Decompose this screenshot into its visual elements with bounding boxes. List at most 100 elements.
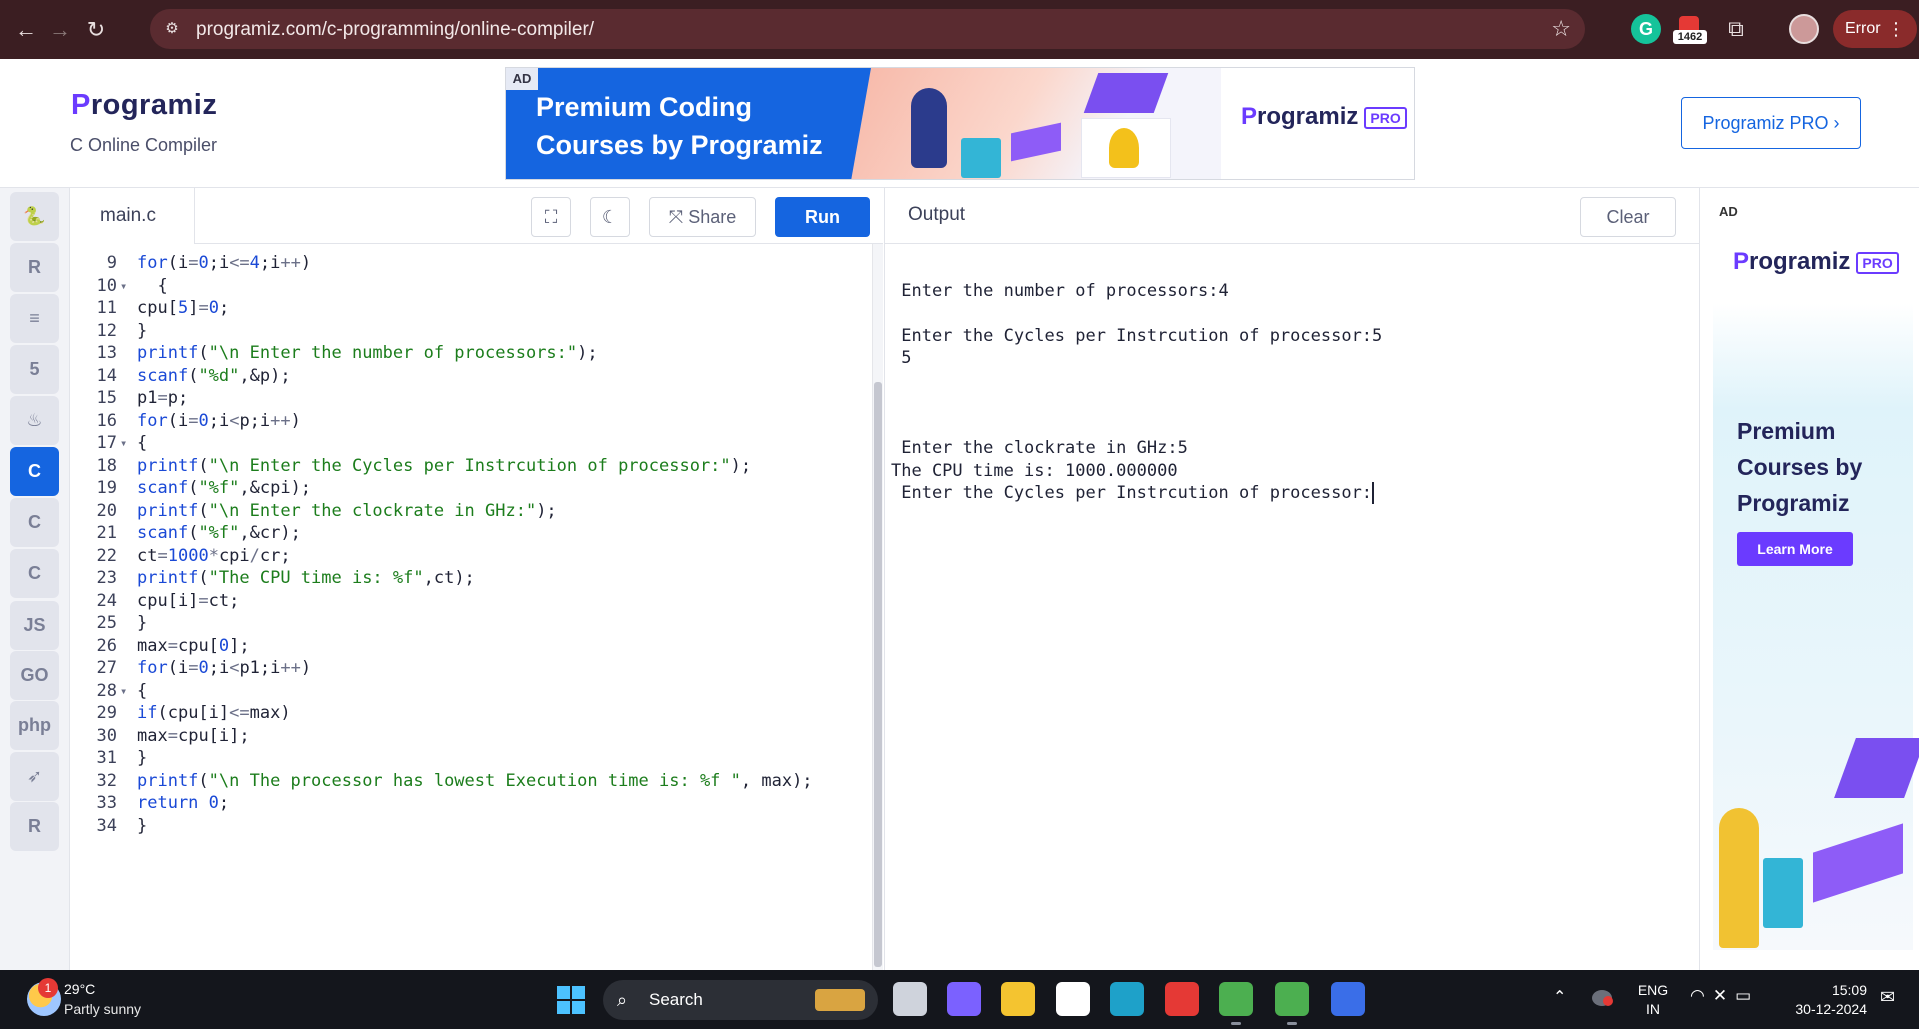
extension-badge-icon[interactable]: 1462 xyxy=(1673,14,1707,44)
output-line: 5 xyxy=(891,348,912,368)
profile-avatar[interactable] xyxy=(1789,14,1819,44)
line-number: 20 xyxy=(96,500,117,521)
line-number: 31 xyxy=(96,748,117,768)
fold-toggle-icon[interactable]: ▾ xyxy=(120,680,127,703)
taskbar-search[interactable]: ⌕ Search xyxy=(603,980,878,1020)
line-number: 15 xyxy=(96,388,117,408)
reload-icon[interactable]: ↻ xyxy=(80,14,112,46)
go-icon[interactable]: GO xyxy=(10,651,59,700)
notification-icon[interactable]: ✉ xyxy=(1880,987,1895,1008)
wps-icon[interactable] xyxy=(1165,982,1199,1016)
address-url[interactable]: programiz.com/c-programming/online-compi… xyxy=(196,19,594,41)
edge-icon[interactable] xyxy=(1110,982,1144,1016)
r-icon[interactable]: R xyxy=(10,243,59,292)
code-text: } xyxy=(137,320,148,341)
code-text: max=cpu[0]; xyxy=(137,635,250,656)
ad-headline: Premium Coding Courses by Programiz xyxy=(536,92,823,160)
system-clock[interactable]: 15:09 30-12-2024 xyxy=(1785,981,1867,1019)
weather-badge: 1 xyxy=(38,978,58,998)
code-text: scanf("%f",&cpi); xyxy=(137,478,312,498)
js-icon[interactable]: JS xyxy=(10,601,59,650)
fold-toggle-icon[interactable]: ▾ xyxy=(120,275,127,298)
csharp-icon[interactable]: C xyxy=(10,549,59,598)
extensions-puzzle-icon[interactable]: ⧉ xyxy=(1721,14,1751,44)
code-text: printf("\n Enter the number of processor… xyxy=(137,343,598,363)
programiz-pro-button[interactable]: Programiz PRO › xyxy=(1681,97,1861,149)
search-label: Search xyxy=(649,990,703,1009)
run-button[interactable]: Run xyxy=(775,197,870,237)
java-icon[interactable]: ♨ xyxy=(10,396,59,445)
line-number: 33 xyxy=(96,793,117,813)
windows-taskbar: 1 29°C Partly sunny ⌕ Search ⌃ ENG IN ◠✕… xyxy=(0,970,1919,1029)
output-line: Enter the Cycles per Instrcution of proc… xyxy=(891,325,1383,346)
programiz-logo[interactable]: Programiz xyxy=(71,89,217,122)
forward-icon[interactable]: → xyxy=(44,14,76,46)
dev-home-icon[interactable] xyxy=(1331,982,1365,1016)
sql-icon[interactable]: ≡ xyxy=(10,294,59,343)
profile-error-button[interactable]: Error ⋮ xyxy=(1833,10,1917,48)
clear-button[interactable]: Clear xyxy=(1580,197,1676,237)
microsoft-store-icon[interactable] xyxy=(1056,982,1090,1016)
dark-mode-icon[interactable]: ☾ xyxy=(590,197,630,237)
top-ad-banner[interactable]: AD Premium Coding Courses by Programiz P… xyxy=(505,67,1415,180)
output-line: The CPU time is: 1000.000000 xyxy=(891,460,1178,481)
fold-toggle-icon[interactable]: ▾ xyxy=(120,432,127,455)
chrome-profile-icon[interactable] xyxy=(1275,982,1309,1025)
code-text: for(i=0;i<=4;i++) xyxy=(137,253,312,273)
grammarly-extension-icon[interactable]: G xyxy=(1631,14,1661,44)
editor-scrollbar[interactable] xyxy=(872,244,883,970)
line-number: 10 xyxy=(96,275,117,296)
file-explorer-icon[interactable] xyxy=(1001,982,1035,1016)
code-text: printf("The CPU time is: %f",ct); xyxy=(137,568,475,588)
language-indicator[interactable]: ENG IN xyxy=(1636,981,1670,1019)
learn-more-button[interactable]: Learn More xyxy=(1737,532,1853,566)
code-text: } xyxy=(137,748,148,768)
fullscreen-icon[interactable]: ⛶ xyxy=(531,197,571,237)
page-subtitle: C Online Compiler xyxy=(70,135,218,155)
side-ad-headline: Premium Courses by Programiz xyxy=(1737,418,1863,516)
line-number: 19 xyxy=(96,478,117,498)
weather-temperature[interactable]: 29°C xyxy=(64,981,95,997)
code-text: cpu[5]=0; xyxy=(137,298,230,318)
code-area[interactable]: 9 for(i=0;i<=4;i++) 10 ▾ {11 cpu[5]=0; 12} 13 p… xyxy=(70,244,875,970)
php-icon[interactable]: php xyxy=(10,701,59,750)
c-icon[interactable]: C xyxy=(10,447,59,496)
share-button[interactable]: ⤧ Share xyxy=(649,197,756,237)
copilot-icon[interactable] xyxy=(947,982,981,1016)
line-number: 30 xyxy=(96,725,117,746)
back-icon[interactable]: ← xyxy=(10,14,42,46)
python-icon[interactable]: 🐍 xyxy=(10,192,59,241)
code-text: scanf("%f",&cr); xyxy=(137,523,301,543)
start-button[interactable] xyxy=(557,986,585,1014)
more-menu-icon[interactable]: ⋮ xyxy=(1887,10,1905,48)
editor-scrollbar-thumb[interactable] xyxy=(874,382,882,967)
cpp-icon[interactable]: C xyxy=(10,498,59,547)
tray-overflow-icon[interactable]: ⌃ xyxy=(1553,987,1566,1007)
output-line: Enter the clockrate in GHz:5 xyxy=(891,438,1188,458)
code-text: printf("\n Enter the clockrate in GHz:")… xyxy=(137,500,557,521)
code-text: for(i=0;i<p;i++) xyxy=(137,410,301,431)
chrome-icon[interactable] xyxy=(1219,982,1253,1025)
side-ad[interactable]: Programiz PRO Premium Courses by Programi… xyxy=(1699,188,1919,970)
network-volume-battery-icons[interactable]: ◠✕▭ xyxy=(1690,986,1759,1006)
code-text: cpu[i]=ct; xyxy=(137,590,240,611)
bookmark-star-icon[interactable]: ☆ xyxy=(1551,16,1571,42)
file-tab-main-c[interactable]: main.c xyxy=(70,188,195,244)
address-bar[interactable]: ⚙ programiz.com/c-programming/online-com… xyxy=(150,9,1585,49)
task-view-icon[interactable] xyxy=(893,982,927,1016)
clock-date: 30-12-2024 xyxy=(1795,1001,1867,1017)
text-cursor xyxy=(1372,482,1375,504)
line-number: 17 xyxy=(96,433,117,453)
swift-icon[interactable]: ➶ xyxy=(10,752,59,801)
site-info-icon[interactable]: ⚙ xyxy=(162,19,182,39)
weather-condition[interactable]: Partly sunny xyxy=(64,1001,141,1017)
ad-illustration xyxy=(851,68,1221,179)
side-ad-card[interactable]: Programiz PRO Premium Courses by Programi… xyxy=(1713,198,1919,950)
code-text: p1=p; xyxy=(137,388,189,408)
line-number: 24 xyxy=(96,590,117,611)
tray-status-icon[interactable] xyxy=(1592,990,1613,1006)
line-number: 23 xyxy=(96,568,117,588)
clock-time: 15:09 xyxy=(1831,982,1867,998)
html-icon[interactable]: 5 xyxy=(10,345,59,394)
rust-icon[interactable]: R xyxy=(10,802,59,851)
